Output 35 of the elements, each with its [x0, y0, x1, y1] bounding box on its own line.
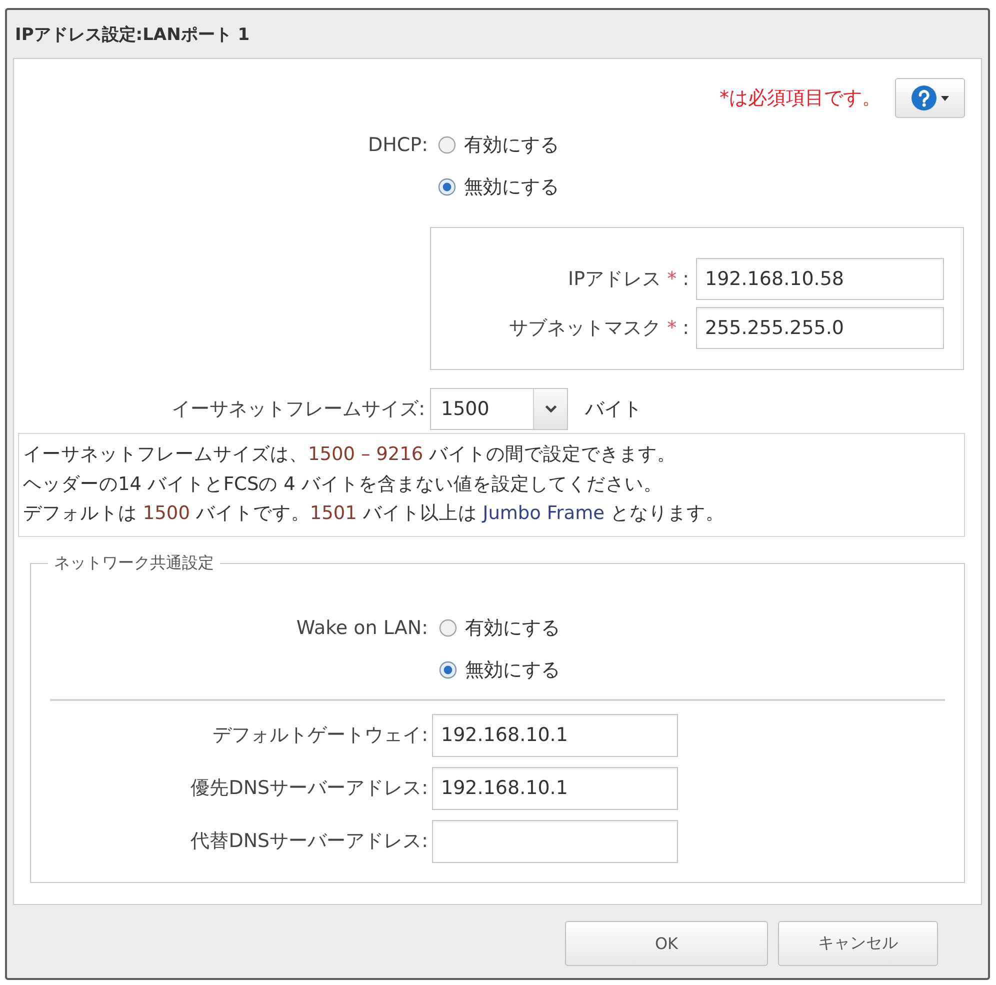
info-text: イーサネットフレームサイズは、1500 – 9216 バイトの間で設定できます。: [23, 443, 676, 467]
field-label: サブネットマスク * :: [509, 316, 689, 341]
radio-icon[interactable]: [439, 660, 457, 678]
text-field[interactable]: 192.168.10.58: [696, 258, 944, 300]
help-button[interactable]: [895, 78, 965, 118]
caret-icon: [941, 96, 949, 100]
cancel-button[interactable]: キャンセル: [778, 921, 938, 966]
radio-option[interactable]: 有効にする: [438, 124, 559, 166]
field-label: イーサネットフレームサイズ:: [172, 398, 425, 420]
field-label: IPアドレス * :: [568, 267, 689, 292]
radio-icon[interactable]: [439, 618, 457, 636]
radio-icon[interactable]: [438, 136, 456, 154]
field-label: 代替DNSサーバーアドレス:: [190, 828, 428, 854]
text-field[interactable]: 255.255.255.0: [696, 307, 944, 349]
help-icon: [911, 85, 937, 111]
radio-option[interactable]: 無効にする: [438, 166, 559, 208]
required-note: *は必須項目です。: [720, 86, 881, 111]
info-text: ヘッダーの14 バイトとFCSの 4 バイトを含まない値を設定してください。: [23, 472, 662, 496]
field-label: 優先DNSサーバーアドレス:: [190, 776, 428, 800]
chevron-down-icon: [544, 405, 556, 413]
unit-label: バイト: [585, 397, 642, 422]
info-text: デフォルトは 1500 バイトです。1501 バイト以上は Jumbo Frame となります。: [23, 502, 724, 526]
radio-option[interactable]: 無効にする: [439, 648, 560, 690]
frame-size-dropdown[interactable]: 1500: [430, 388, 568, 430]
text-field[interactable]: [432, 820, 678, 862]
field-label: DHCP:: [368, 133, 428, 158]
ok-button[interactable]: OK: [565, 921, 768, 966]
window-title: IPアドレス設定:LANポート 1: [15, 24, 250, 46]
radio-icon[interactable]: [438, 178, 456, 196]
text-field[interactable]: 192.168.10.1: [432, 714, 678, 756]
field-label: Wake on LAN:: [296, 616, 428, 640]
field-label: デフォルトゲートウェイ:: [212, 722, 428, 748]
group-title: ネットワーク共通設定: [53, 552, 215, 574]
radio-option[interactable]: 有効にする: [439, 606, 560, 648]
text-field[interactable]: 192.168.10.1: [432, 766, 678, 810]
